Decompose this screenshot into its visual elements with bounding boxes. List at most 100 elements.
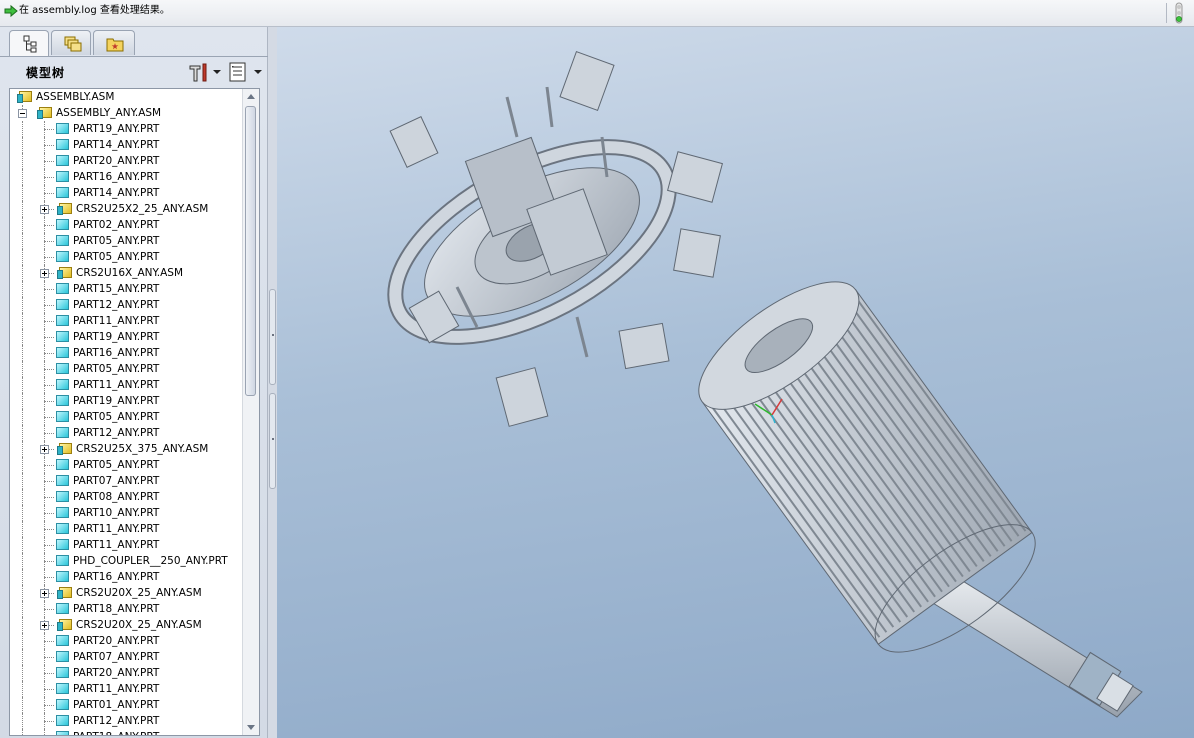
message-bar: 在 assembly.log 查看处理结果。 bbox=[0, 0, 1194, 27]
tree-connector bbox=[44, 241, 54, 242]
show-menu-button[interactable] bbox=[228, 61, 262, 83]
tree-item-label: PART16_ANY.PRT bbox=[73, 571, 160, 583]
tree-connector bbox=[22, 489, 23, 505]
scroll-down-icon[interactable] bbox=[247, 725, 255, 730]
tree-item[interactable]: CRS2U25X2_25_ANY.ASM bbox=[10, 201, 242, 217]
tree-item[interactable]: PART18_ANY.PRT bbox=[10, 729, 242, 735]
tree-connector bbox=[44, 289, 54, 290]
tree-settings-button[interactable] bbox=[187, 61, 221, 83]
tree-item[interactable]: PART02_ANY.PRT bbox=[10, 217, 242, 233]
tree-connector bbox=[44, 417, 54, 418]
tree-item[interactable]: PART19_ANY.PRT bbox=[10, 121, 242, 137]
model-tree[interactable]: ASSEMBLY.ASM ASSEMBLY_ANY.ASM PART19_ANY.P… bbox=[9, 88, 260, 736]
tree-item[interactable]: PART11_ANY.PRT bbox=[10, 377, 242, 393]
tree-item[interactable]: PART15_ANY.PRT bbox=[10, 281, 242, 297]
tree-connector bbox=[44, 721, 54, 722]
tree-item[interactable]: PART01_ANY.PRT bbox=[10, 697, 242, 713]
tree-item[interactable]: PART08_ANY.PRT bbox=[10, 489, 242, 505]
tree-item[interactable]: PART11_ANY.PRT bbox=[10, 681, 242, 697]
tree-item[interactable]: PART12_ANY.PRT bbox=[10, 713, 242, 729]
expand-icon[interactable] bbox=[40, 269, 49, 278]
tree-connector bbox=[22, 457, 23, 473]
tree-connector bbox=[44, 225, 54, 226]
assembly-icon bbox=[17, 91, 32, 103]
splitter-grip[interactable] bbox=[269, 393, 276, 489]
lower-assembly[interactable] bbox=[680, 259, 1143, 718]
tree-connector bbox=[44, 545, 54, 546]
part-icon bbox=[56, 251, 69, 262]
tree-item-label: PART12_ANY.PRT bbox=[73, 715, 160, 727]
part-icon bbox=[56, 523, 69, 534]
layers-icon bbox=[64, 36, 82, 52]
tree-scrollbar[interactable] bbox=[242, 89, 259, 735]
part-icon bbox=[56, 299, 69, 310]
tree-item[interactable]: PART19_ANY.PRT bbox=[10, 393, 242, 409]
tree-item[interactable]: PART12_ANY.PRT bbox=[10, 425, 242, 441]
tree-item[interactable]: PART20_ANY.PRT bbox=[10, 633, 242, 649]
tree-connector bbox=[44, 561, 54, 562]
tree-item[interactable]: PART12_ANY.PRT bbox=[10, 297, 242, 313]
tree-item-label: PHD_COUPLER__250_ANY.PRT bbox=[73, 555, 228, 567]
tree-item[interactable]: PART18_ANY.PRT bbox=[10, 601, 242, 617]
tree-item[interactable]: PART07_ANY.PRT bbox=[10, 473, 242, 489]
tree-item[interactable]: PART16_ANY.PRT bbox=[10, 345, 242, 361]
tree-item[interactable]: PART05_ANY.PRT bbox=[10, 457, 242, 473]
tree-item[interactable]: PHD_COUPLER__250_ANY.PRT bbox=[10, 553, 242, 569]
tree-item[interactable]: PART10_ANY.PRT bbox=[10, 505, 242, 521]
tree-item[interactable]: PART20_ANY.PRT bbox=[10, 665, 242, 681]
tab-layers[interactable] bbox=[51, 30, 91, 55]
tree-connector bbox=[22, 425, 23, 441]
part-icon bbox=[56, 427, 69, 438]
tree-item[interactable]: PART11_ANY.PRT bbox=[10, 537, 242, 553]
tree-item[interactable]: CRS2U20X_25_ANY.ASM bbox=[10, 617, 242, 633]
tree-item[interactable]: CRS2U16X_ANY.ASM bbox=[10, 265, 242, 281]
tab-favorites[interactable] bbox=[93, 30, 135, 55]
tree-item[interactable]: PART05_ANY.PRT bbox=[10, 361, 242, 377]
tree-item[interactable]: PART16_ANY.PRT bbox=[10, 569, 242, 585]
tree-item[interactable]: PART11_ANY.PRT bbox=[10, 313, 242, 329]
tree-connector bbox=[22, 329, 23, 345]
tree-item[interactable]: ASSEMBLY_ANY.ASM bbox=[10, 105, 242, 121]
tree-item-label: PART02_ANY.PRT bbox=[73, 219, 160, 231]
expand-icon[interactable] bbox=[40, 205, 49, 214]
tree-item-label: PART05_ANY.PRT bbox=[73, 363, 160, 375]
tree-item-label: PART12_ANY.PRT bbox=[73, 427, 160, 439]
tree-item-label: PART19_ANY.PRT bbox=[73, 123, 160, 135]
tree-item[interactable]: PART20_ANY.PRT bbox=[10, 153, 242, 169]
upper-assembly[interactable] bbox=[366, 50, 724, 427]
tree-connector bbox=[22, 345, 23, 361]
tree-connector bbox=[22, 249, 23, 265]
collapse-icon[interactable] bbox=[18, 109, 27, 118]
expand-icon[interactable] bbox=[40, 589, 49, 598]
part-icon bbox=[56, 667, 69, 678]
expand-icon[interactable] bbox=[40, 445, 49, 454]
tree-item[interactable]: PART05_ANY.PRT bbox=[10, 233, 242, 249]
tree-item[interactable]: CRS2U20X_25_ANY.ASM bbox=[10, 585, 242, 601]
tree-item[interactable]: PART11_ANY.PRT bbox=[10, 521, 242, 537]
tree-item[interactable]: PART14_ANY.PRT bbox=[10, 185, 242, 201]
scroll-up-icon[interactable] bbox=[247, 94, 255, 99]
tab-model-tree[interactable] bbox=[9, 30, 49, 57]
tree-item-label: PART14_ANY.PRT bbox=[73, 139, 160, 151]
tree-connector bbox=[22, 281, 23, 297]
tree-item[interactable]: CRS2U25X_375_ANY.ASM bbox=[10, 441, 242, 457]
tree-item[interactable]: PART07_ANY.PRT bbox=[10, 649, 242, 665]
tree-item[interactable]: ASSEMBLY.ASM bbox=[10, 89, 242, 105]
expand-icon[interactable] bbox=[40, 621, 49, 630]
panel-splitter[interactable] bbox=[268, 27, 277, 738]
tree-connector bbox=[22, 297, 23, 313]
tree-item[interactable]: PART19_ANY.PRT bbox=[10, 329, 242, 345]
splitter-grip[interactable] bbox=[269, 289, 276, 385]
tree-connector bbox=[22, 537, 23, 553]
tree-item[interactable]: PART16_ANY.PRT bbox=[10, 169, 242, 185]
tree-item[interactable]: PART14_ANY.PRT bbox=[10, 137, 242, 153]
tree-connector bbox=[22, 393, 23, 409]
tree-item[interactable]: PART05_ANY.PRT bbox=[10, 409, 242, 425]
tree-connector bbox=[22, 601, 23, 617]
scroll-thumb[interactable] bbox=[245, 106, 256, 396]
graphics-viewport[interactable] bbox=[277, 27, 1194, 738]
part-icon bbox=[56, 155, 69, 166]
tree-item[interactable]: PART05_ANY.PRT bbox=[10, 249, 242, 265]
traffic-light-icon[interactable] bbox=[1172, 2, 1186, 24]
part-icon bbox=[56, 651, 69, 662]
